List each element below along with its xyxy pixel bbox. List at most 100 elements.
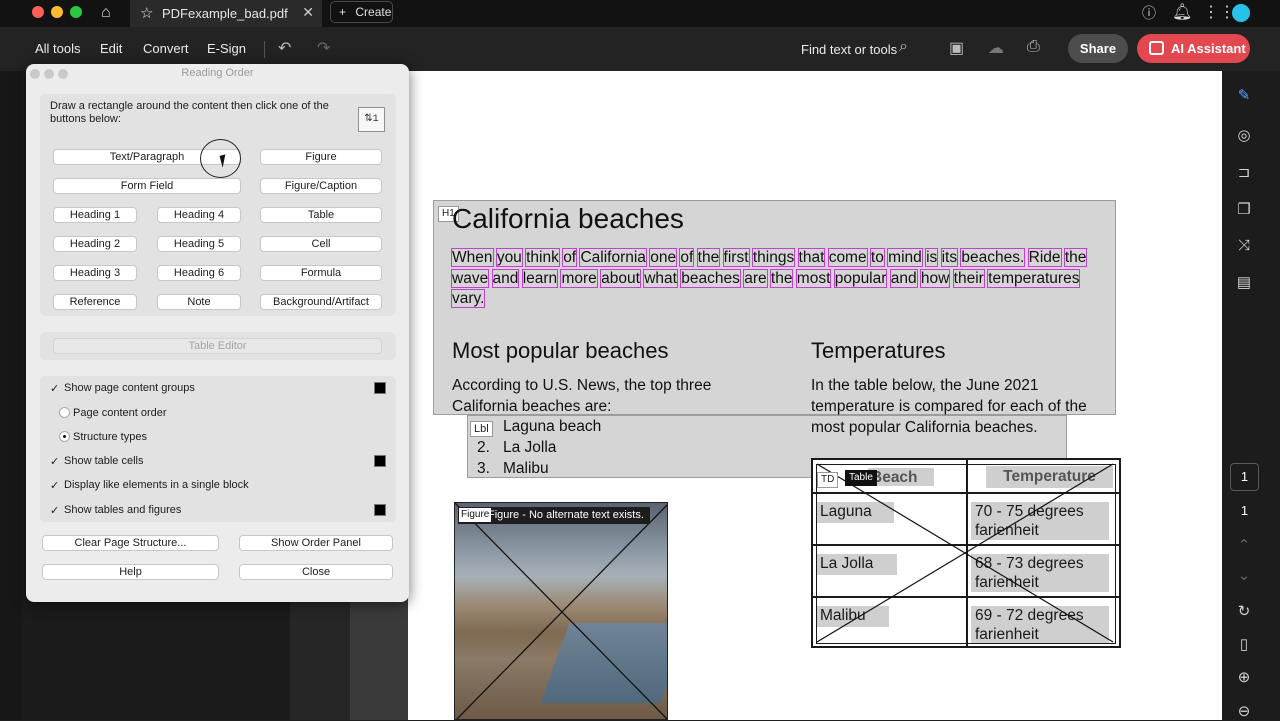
home-icon[interactable]: ⌂: [101, 3, 111, 23]
toolbar-divider: [264, 41, 265, 58]
intro-word: first: [722, 248, 750, 267]
organize-icon[interactable]: ⤨: [1235, 237, 1253, 255]
intro-word: most: [795, 268, 832, 288]
beach-figure[interactable]: [454, 502, 668, 720]
intro-word: When: [451, 248, 494, 267]
document-tab[interactable]: ☆ PDFexample_bad.pdf ✕: [130, 0, 322, 27]
list-number: 3.: [477, 460, 490, 477]
page-number-total: 1: [1240, 503, 1249, 518]
popular-heading: Most popular beaches: [452, 338, 669, 363]
close-window-button[interactable]: [32, 6, 44, 18]
clear-structure-button[interactable]: Clear Page Structure...: [42, 535, 219, 551]
close-tab-icon[interactable]: ✕: [302, 4, 314, 21]
page-order-label: Page content order: [73, 407, 167, 419]
beach-table[interactable]: Beach Temperature Laguna 70 - 75 degrees…: [811, 458, 1121, 648]
zoom-in-icon[interactable]: ⊕: [1235, 669, 1253, 687]
cells-color-swatch[interactable]: [374, 455, 386, 467]
intro-word: beaches.: [960, 248, 1026, 267]
tables-color-swatch[interactable]: [374, 504, 386, 516]
form-field-button[interactable]: Form Field: [53, 178, 241, 194]
search-icon[interactable]: ⌕: [899, 38, 908, 56]
groups-color-swatch[interactable]: [374, 382, 386, 394]
chevron-down-icon[interactable]: ⌄: [1235, 567, 1253, 585]
dialog-title: Reading Order: [181, 67, 254, 79]
structure-types-radio[interactable]: [59, 431, 70, 442]
intro-word: things: [751, 248, 796, 267]
figure-caption-button[interactable]: Figure/Caption: [260, 178, 382, 194]
show-cells-checkbox[interactable]: ✓: [50, 455, 59, 468]
menu-convert[interactable]: Convert: [143, 41, 189, 56]
avatar[interactable]: [1232, 4, 1250, 22]
intro-word: and: [491, 268, 520, 288]
maximize-window-button[interactable]: [70, 6, 82, 18]
rotate-icon[interactable]: ↻: [1235, 603, 1253, 621]
list-item: Laguna beach: [503, 418, 602, 435]
list-item: La Jolla: [503, 439, 557, 456]
plus-icon: +: [339, 5, 347, 19]
save-icon[interactable]: ▣: [949, 38, 964, 58]
intro-word: Ride: [1027, 248, 1062, 267]
ai-summary-icon[interactable]: ✎: [1235, 87, 1253, 105]
left-rail: [0, 71, 22, 720]
star-icon[interactable]: ☆: [140, 4, 153, 22]
chevron-up-icon[interactable]: ⌃: [1235, 537, 1253, 555]
figure-button[interactable]: Figure: [260, 149, 382, 165]
table-button[interactable]: Table: [260, 207, 382, 223]
intro-word: and: [889, 268, 918, 288]
undo-icon[interactable]: ↶: [278, 38, 291, 58]
intro-word: that: [797, 248, 826, 267]
intro-word: come: [827, 248, 868, 267]
cloud-upload-icon[interactable]: ☁: [988, 38, 1004, 58]
close-button[interactable]: Close: [239, 564, 393, 580]
title-bar: ⌂ ☆ PDFexample_bad.pdf ✕ + Create ⓘ 🔔︎ ⋮…: [0, 0, 1280, 27]
intro-word: its: [940, 248, 959, 267]
single-block-checkbox[interactable]: ✓: [50, 479, 59, 492]
heading6-button[interactable]: Heading 6: [157, 265, 241, 281]
intro-word: what: [643, 268, 678, 288]
intro-word: of: [562, 248, 578, 267]
menu-all-tools[interactable]: All tools: [35, 41, 81, 56]
intro-word: vary.: [450, 289, 486, 308]
heading3-button[interactable]: Heading 3: [53, 265, 137, 281]
bell-icon[interactable]: 🔔︎: [1172, 3, 1192, 23]
help-icon[interactable]: ⓘ: [1142, 3, 1156, 23]
help-button[interactable]: Help: [42, 564, 219, 580]
show-tables-checkbox[interactable]: ✓: [50, 504, 59, 517]
page-number-current[interactable]: 1: [1230, 463, 1259, 491]
note-button[interactable]: Note: [157, 294, 241, 310]
minimize-window-button[interactable]: [51, 6, 63, 18]
heading1-button[interactable]: Heading 1: [53, 207, 137, 223]
create-button[interactable]: + Create: [330, 1, 393, 23]
show-order-panel-button[interactable]: Show Order Panel: [239, 535, 393, 551]
redo-icon[interactable]: ↷: [317, 38, 330, 58]
formula-button[interactable]: Formula: [260, 265, 382, 281]
print-icon[interactable]: ⎙: [1027, 38, 1040, 56]
intro-word: is: [925, 248, 939, 267]
share-button[interactable]: Share: [1068, 34, 1128, 63]
zoom-out-icon[interactable]: ⊖: [1235, 703, 1253, 721]
table-editor-button[interactable]: Table Editor: [53, 338, 382, 354]
clipboard-icon[interactable]: ▤: [1235, 274, 1253, 292]
show-groups-checkbox[interactable]: ✓: [50, 382, 59, 395]
heading4-button[interactable]: Heading 4: [157, 207, 241, 223]
list-number: 2.: [477, 439, 490, 456]
comment-icon[interactable]: ◎: [1235, 127, 1253, 145]
bookmark-icon[interactable]: ⊐: [1235, 164, 1253, 182]
page-info-icon[interactable]: ▯: [1235, 636, 1253, 654]
ai-assistant-button[interactable]: AI Assistant: [1137, 34, 1250, 63]
background-artifact-button[interactable]: Background/Artifact: [260, 294, 382, 310]
menu-esign[interactable]: E-Sign: [207, 41, 246, 56]
reading-order-icon[interactable]: ⇅1: [358, 107, 385, 132]
reference-button[interactable]: Reference: [53, 294, 137, 310]
find-tools-label[interactable]: Find text or tools: [801, 42, 897, 57]
heading5-button[interactable]: Heading 5: [157, 236, 241, 252]
figure-cross-lines: [455, 503, 667, 719]
apps-grid-icon[interactable]: ⋮⋮: [1203, 3, 1235, 23]
page-order-radio[interactable]: [59, 407, 70, 418]
heading2-button[interactable]: Heading 2: [53, 236, 137, 252]
menu-edit[interactable]: Edit: [100, 41, 122, 56]
cell-button[interactable]: Cell: [260, 236, 382, 252]
popular-text: According to U.S. News, the top three Ca…: [452, 377, 712, 415]
intro-word: wave: [450, 268, 490, 288]
pages-icon[interactable]: ❐: [1235, 201, 1253, 219]
